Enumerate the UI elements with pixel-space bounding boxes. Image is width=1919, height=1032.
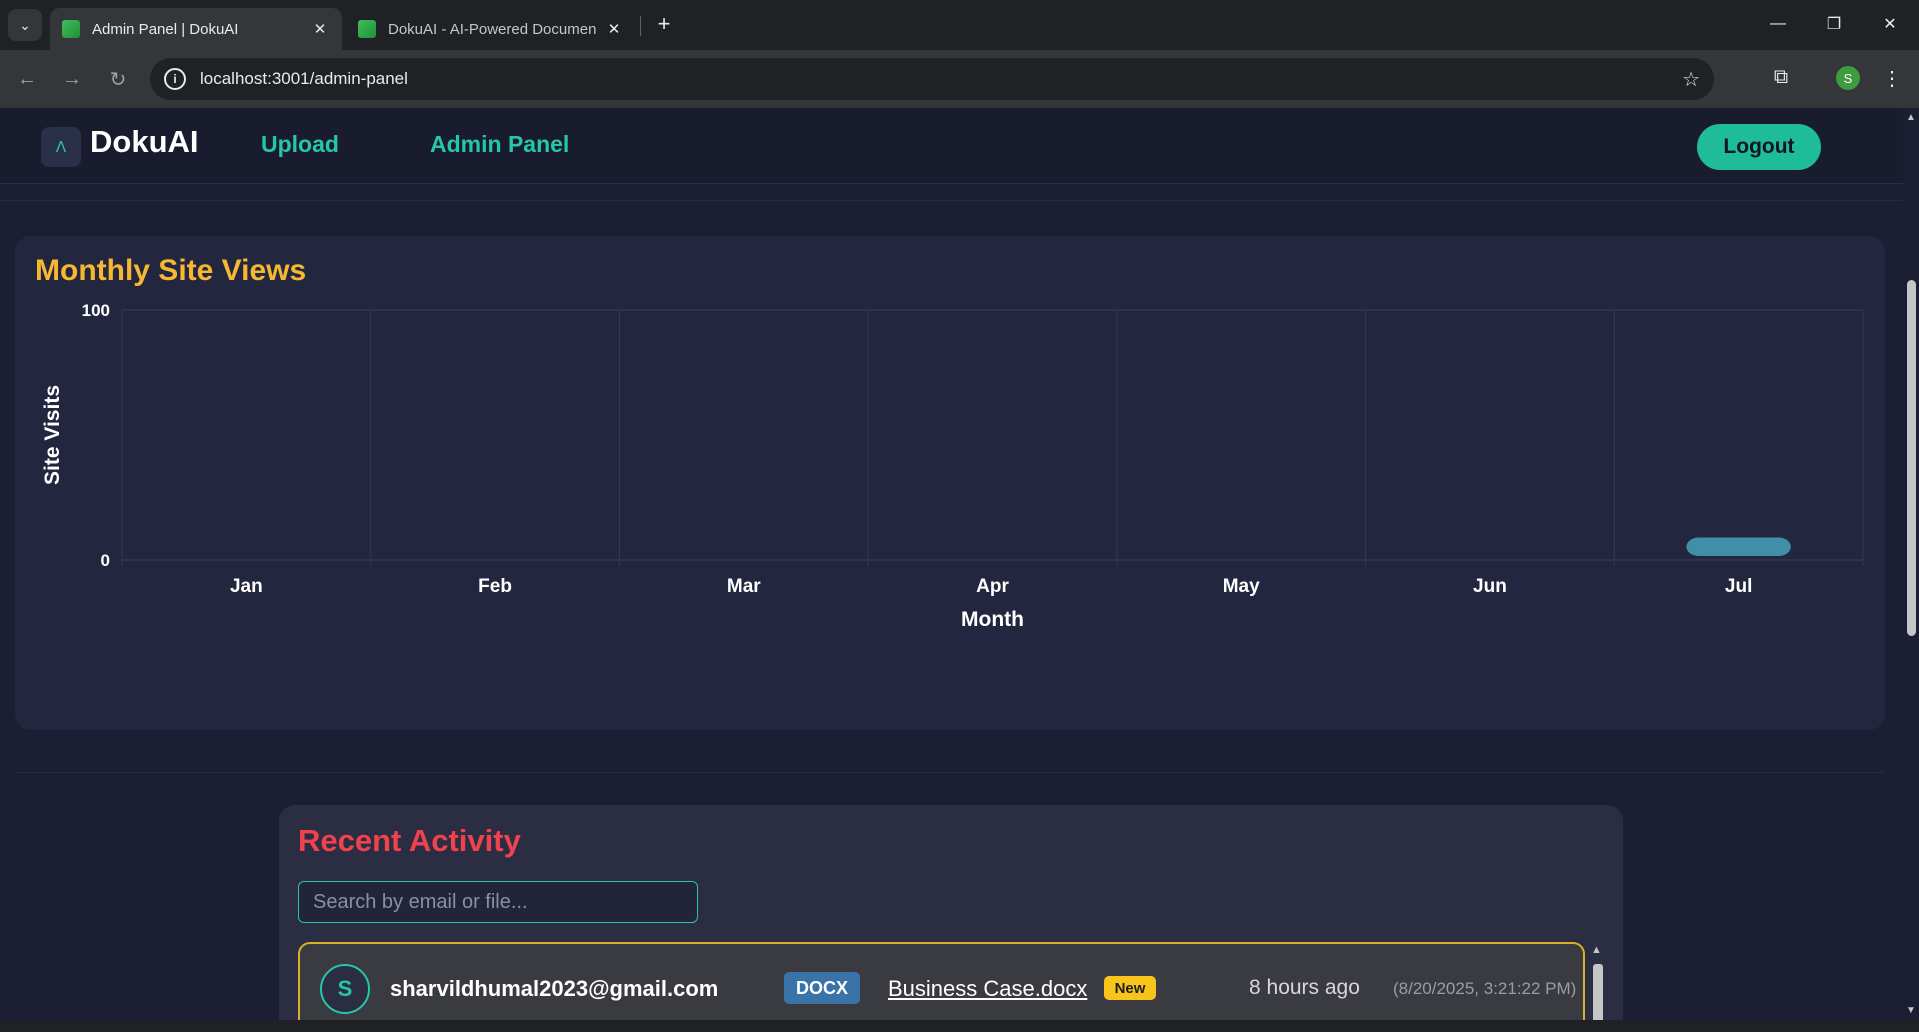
tab-title: DokuAI - AI-Powered Documen xyxy=(388,20,597,38)
user-email: sharvildhumal2023@gmail.com xyxy=(390,976,719,1001)
logout-button[interactable]: Logout xyxy=(1697,124,1821,170)
activity-row[interactable]: S sharvildhumal2023@gmail.com DOCX Busin… xyxy=(298,942,1585,1020)
x-tick-label: Jul xyxy=(1725,576,1752,597)
dokuai-favicon-icon xyxy=(62,20,80,38)
browser-toolbar: ← → ↻ i localhost:3001/admin-panel ☆ xyxy=(0,50,1919,108)
new-tab-button[interactable]: + xyxy=(650,10,678,38)
reload-icon[interactable]: ↻ xyxy=(103,64,133,94)
profile-avatar[interactable]: S xyxy=(1836,66,1860,90)
forward-icon[interactable]: → xyxy=(57,64,87,94)
page-scrollbar[interactable]: ▲ ▼ xyxy=(1903,108,1919,1020)
dokuai-favicon-icon xyxy=(358,20,376,38)
new-badge: New xyxy=(1104,976,1156,1000)
exact-timestamp: (8/20/2025, 3:21:22 PM) xyxy=(1393,979,1577,998)
nav-link-admin-panel[interactable]: Admin Panel xyxy=(430,131,569,158)
monthly-views-chart-card: Monthly Site Views 0 100 Jan Feb Mar Apr May Ju… xyxy=(15,236,1885,730)
recent-activity-card: Recent Activity S sharvildhumal2023@gmai… xyxy=(279,805,1623,1020)
divider xyxy=(15,772,1885,773)
scroll-down-icon[interactable]: ▼ xyxy=(1906,1005,1916,1016)
close-tab-icon[interactable]: ✕ xyxy=(310,20,330,38)
chart-labels: 0 100 Jan Feb Mar Apr May Jun Jul Month Site Visit… xyxy=(41,301,1752,631)
y-tick-label: 0 xyxy=(101,551,110,570)
recent-activity-title: Recent Activity xyxy=(298,823,521,858)
url-text[interactable]: localhost:3001/admin-panel xyxy=(200,69,408,89)
site-info-icon[interactable]: i xyxy=(164,68,186,90)
x-tick-label: Apr xyxy=(976,576,1009,597)
back-icon[interactable]: ← xyxy=(12,64,42,94)
scroll-thumb[interactable] xyxy=(1593,964,1603,1020)
extensions-icon[interactable]: ⧉ xyxy=(1768,64,1794,90)
divider xyxy=(0,200,1903,201)
restore-icon[interactable]: ❐ xyxy=(1814,10,1854,38)
dokuai-logo-icon[interactable]: ᐱ xyxy=(41,127,81,167)
scroll-thumb[interactable] xyxy=(1907,280,1916,636)
close-tab-icon[interactable]: ✕ xyxy=(604,20,624,38)
x-tick-label: Mar xyxy=(727,576,761,597)
chart-grid xyxy=(121,309,1864,566)
page-viewport: ᐱ DokuAI Upload Admin Panel Logout Month… xyxy=(0,108,1903,1020)
tab-search-button[interactable]: ⌄ xyxy=(8,9,42,41)
tab-dokuai-home[interactable]: DokuAI - AI-Powered Documen ✕ xyxy=(346,8,636,50)
chart-bar xyxy=(1686,537,1791,556)
taskbar-edge xyxy=(0,1020,1919,1032)
file-link[interactable]: Business Case.docx xyxy=(888,976,1087,1002)
relative-timestamp: 8 hours ago xyxy=(1249,976,1360,999)
scroll-up-icon[interactable]: ▲ xyxy=(1591,944,1602,956)
x-tick-label: May xyxy=(1223,576,1260,597)
site-navbar: ᐱ DokuAI Upload Admin Panel Logout xyxy=(0,108,1903,184)
x-axis-label: Month xyxy=(961,608,1024,631)
address-bar[interactable]: i localhost:3001/admin-panel ☆ xyxy=(150,58,1714,100)
activity-list-scrollbar[interactable]: ▲ xyxy=(1589,942,1605,1020)
activity-search-input[interactable] xyxy=(298,881,698,923)
user-avatar: S xyxy=(320,964,370,1014)
browser-tab-bar: ⌄ Admin Panel | DokuAI ✕ DokuAI - AI-Pow… xyxy=(0,0,1919,50)
x-tick-label: Feb xyxy=(478,576,512,597)
close-window-icon[interactable]: ✕ xyxy=(1870,10,1910,38)
x-tick-label: Jan xyxy=(230,576,263,597)
y-axis-label: Site Visits xyxy=(41,385,64,485)
y-tick-label: 100 xyxy=(82,301,110,320)
scroll-up-icon[interactable]: ▲ xyxy=(1906,112,1916,123)
x-tick-label: Jun xyxy=(1473,576,1507,597)
tab-separator xyxy=(640,16,641,36)
nav-link-upload[interactable]: Upload xyxy=(261,131,339,158)
chart-bars xyxy=(1686,537,1791,556)
monthly-views-chart: 0 100 Jan Feb Mar Apr May Jun Jul Month Site Visit… xyxy=(41,301,1864,631)
bookmark-star-icon[interactable]: ☆ xyxy=(1682,67,1700,92)
file-type-badge: DOCX xyxy=(784,972,860,1004)
minimize-icon[interactable]: — xyxy=(1758,10,1798,38)
tab-admin-panel[interactable]: Admin Panel | DokuAI ✕ xyxy=(50,8,342,50)
brand-name[interactable]: DokuAI xyxy=(90,124,199,160)
browser-menu-icon[interactable]: ⋮ xyxy=(1882,64,1902,92)
tab-title: Admin Panel | DokuAI xyxy=(92,20,239,38)
